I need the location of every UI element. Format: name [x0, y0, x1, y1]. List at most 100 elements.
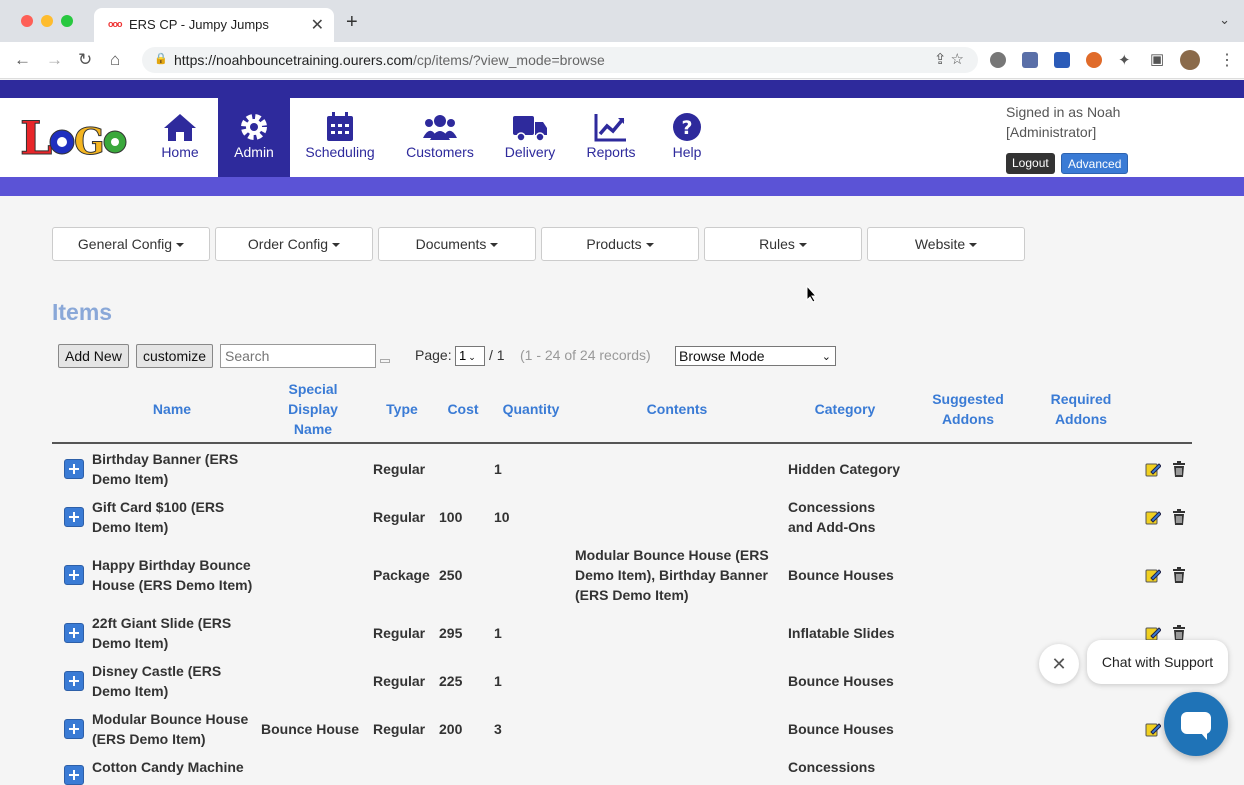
- menu-rules[interactable]: Rules: [704, 227, 862, 261]
- col-category[interactable]: Category: [800, 399, 890, 419]
- row-name[interactable]: Cotton Candy Machine: [92, 757, 262, 777]
- col-suggested-addons[interactable]: Suggested Addons: [928, 389, 1008, 429]
- nav-reports[interactable]: Reports: [578, 98, 644, 177]
- lock-icon[interactable]: 🔒: [154, 52, 168, 65]
- add-new-button[interactable]: Add New: [58, 344, 129, 368]
- share-star-icons[interactable]: ⇪ ☆: [934, 50, 964, 68]
- col-contents[interactable]: Contents: [632, 399, 722, 419]
- tab-close-icon[interactable]: ✕: [311, 15, 324, 35]
- avatar[interactable]: [1180, 50, 1200, 70]
- search-input[interactable]: [220, 344, 376, 368]
- caret-down-icon: [176, 243, 185, 248]
- truck-icon: [513, 116, 547, 142]
- row-qty: 10: [494, 509, 510, 525]
- puzzle-icon[interactable]: ✦: [1118, 51, 1131, 69]
- new-tab-icon[interactable]: +: [346, 11, 358, 34]
- expand-icon[interactable]: [64, 719, 84, 739]
- extension-icon[interactable]: [1054, 52, 1070, 68]
- menu-label: Documents: [415, 236, 487, 252]
- trash-icon[interactable]: [1171, 625, 1187, 641]
- home-browser-icon[interactable]: ⌂: [110, 50, 120, 70]
- logout-button[interactable]: Logout: [1006, 153, 1055, 174]
- edit-icon[interactable]: [1145, 625, 1161, 641]
- duckduckgo-icon[interactable]: [1086, 52, 1102, 68]
- users-icon: [423, 115, 457, 140]
- address-bar[interactable]: 🔒 https://noahbouncetraining.ourers.com/…: [142, 47, 978, 73]
- chat-close-button[interactable]: ✕: [1039, 644, 1079, 684]
- chat-support-bubble[interactable]: Chat with Support: [1087, 640, 1228, 684]
- nav-reports-label: Reports: [586, 144, 636, 160]
- row-qty: 3: [494, 721, 502, 737]
- col-cost[interactable]: Cost: [438, 399, 488, 419]
- row-name[interactable]: Disney Castle (ERS Demo Item): [92, 661, 242, 701]
- nav-help[interactable]: ? Help: [660, 98, 714, 177]
- menu-documents[interactable]: Documents: [378, 227, 536, 261]
- window-minimize-button[interactable]: [41, 15, 53, 27]
- advanced-button[interactable]: Advanced: [1061, 153, 1129, 174]
- logo[interactable]: L G: [20, 112, 128, 160]
- menu-label: General Config: [77, 236, 173, 252]
- row-name[interactable]: 22ft Giant Slide (ERS Demo Item): [92, 613, 242, 653]
- col-name[interactable]: Name: [132, 399, 212, 419]
- header-stripe: [0, 80, 1244, 98]
- tab-search-chevron-icon[interactable]: ⌄: [1219, 12, 1230, 28]
- chevron-down-icon: ⌄: [821, 351, 831, 363]
- customize-button[interactable]: customize: [136, 344, 214, 368]
- view-mode-select[interactable]: Browse Mode ⌄: [675, 346, 836, 366]
- back-icon[interactable]: ←: [14, 50, 31, 70]
- extension-icon[interactable]: [990, 52, 1006, 68]
- edit-icon[interactable]: [1145, 567, 1161, 583]
- extension-icon[interactable]: [1022, 52, 1038, 68]
- trash-icon[interactable]: [1171, 567, 1187, 583]
- expand-icon[interactable]: [64, 507, 84, 527]
- signed-in-info: Signed in as Noah [Administrator]: [1006, 102, 1120, 142]
- menu-products[interactable]: Products: [541, 227, 699, 261]
- browser-tab-bar: ooo ERS CP - Jumpy Jumps ✕ + ⌄: [0, 0, 1244, 42]
- row-name[interactable]: Gift Card $100 (ERS Demo Item): [92, 497, 242, 537]
- edit-icon[interactable]: [1145, 721, 1161, 737]
- expand-icon[interactable]: [64, 459, 84, 479]
- forward-icon[interactable]: →: [46, 50, 63, 70]
- nav-help-label: Help: [672, 144, 702, 160]
- menu-label: Order Config: [247, 236, 329, 252]
- expand-icon[interactable]: [64, 671, 84, 691]
- col-type[interactable]: Type: [372, 399, 432, 419]
- row-name[interactable]: Modular Bounce House (ERS Demo Item): [92, 709, 257, 749]
- row-qty: 1: [494, 673, 502, 689]
- row-category: Concessions: [788, 759, 876, 775]
- sidebar-icon[interactable]: ▣: [1150, 50, 1164, 68]
- row-name[interactable]: Birthday Banner (ERS Demo Item): [92, 449, 252, 489]
- page-title: Items: [52, 299, 113, 325]
- caret-down-icon: [969, 243, 978, 248]
- expand-icon[interactable]: [64, 623, 84, 643]
- expand-icon[interactable]: [64, 565, 84, 585]
- window-zoom-button[interactable]: [61, 15, 73, 27]
- trash-icon[interactable]: [1171, 509, 1187, 525]
- browser-tab[interactable]: ooo ERS CP - Jumpy Jumps ✕: [94, 8, 334, 42]
- page-select[interactable]: 1 ⌄: [455, 346, 485, 366]
- nav-scheduling[interactable]: Scheduling: [298, 98, 382, 177]
- nav-admin[interactable]: Admin: [218, 98, 290, 177]
- chat-launcher-button[interactable]: [1164, 692, 1228, 756]
- window-close-button[interactable]: [21, 15, 33, 27]
- signed-in-role: [Administrator]: [1006, 124, 1097, 140]
- reload-icon[interactable]: ↻: [78, 50, 92, 70]
- nav-home[interactable]: Home: [144, 98, 216, 177]
- menu-order-config[interactable]: Order Config: [215, 227, 373, 261]
- col-quantity[interactable]: Quantity: [496, 399, 566, 419]
- page-total-value: 1: [496, 347, 505, 363]
- browser-menu-icon[interactable]: ⋮: [1219, 50, 1235, 70]
- menu-website[interactable]: Website: [867, 227, 1025, 261]
- row-cost: 295: [439, 625, 463, 641]
- nav-delivery[interactable]: Delivery: [496, 98, 564, 177]
- menu-general-config[interactable]: General Config: [52, 227, 210, 261]
- edit-icon[interactable]: [1145, 509, 1161, 525]
- expand-icon[interactable]: [64, 765, 84, 785]
- row-name[interactable]: Happy Birthday Bounce House (ERS Demo It…: [92, 555, 262, 595]
- col-special-display-name[interactable]: Special Display Name: [278, 379, 348, 439]
- trash-icon[interactable]: [1171, 461, 1187, 477]
- search-clear-button[interactable]: [380, 359, 390, 363]
- col-required-addons[interactable]: Required Addons: [1044, 389, 1118, 429]
- edit-icon[interactable]: [1145, 461, 1161, 477]
- nav-customers[interactable]: Customers: [398, 98, 482, 177]
